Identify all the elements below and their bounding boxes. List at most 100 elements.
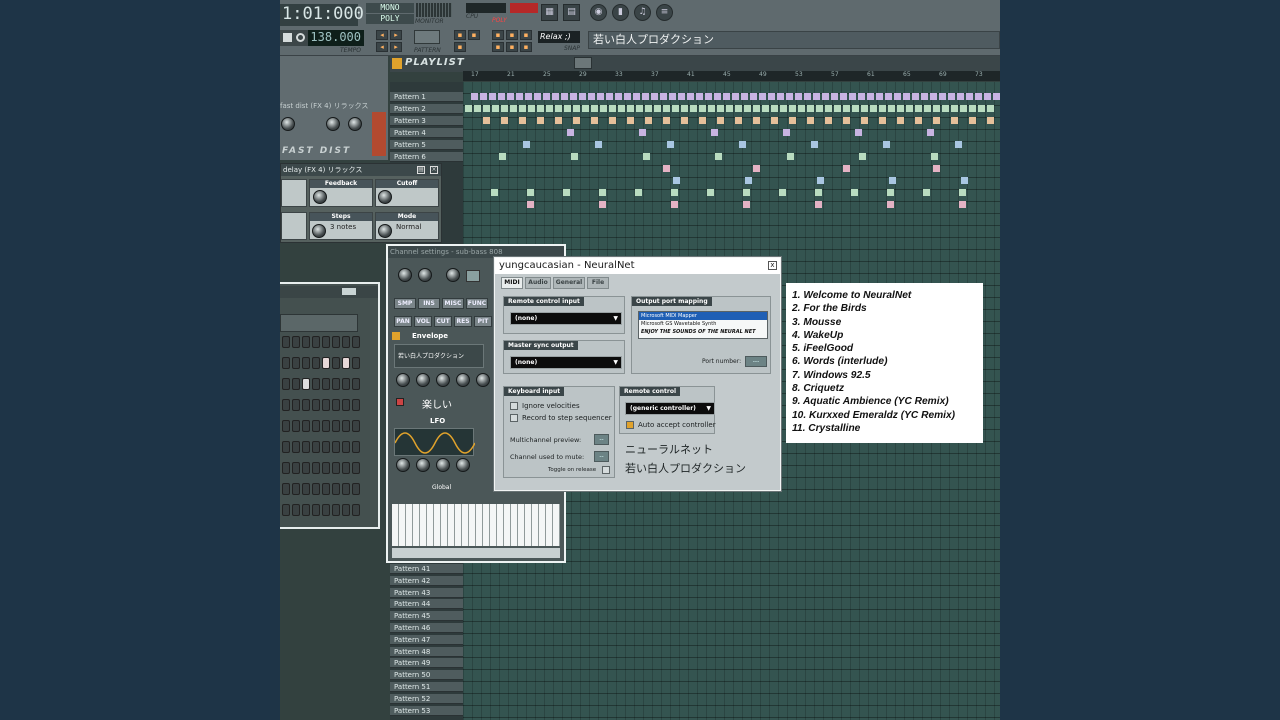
pattern-clip[interactable] xyxy=(667,141,674,148)
step-button[interactable] xyxy=(292,420,300,432)
pattern-clip[interactable] xyxy=(527,189,534,196)
step-button[interactable] xyxy=(282,483,290,495)
channel-tab[interactable]: MISC xyxy=(442,298,464,309)
pattern-clip[interactable] xyxy=(815,201,822,208)
channel-tab-2[interactable]: RES xyxy=(454,316,472,327)
pattern-clip[interactable] xyxy=(768,93,775,100)
poly-button[interactable]: POLY xyxy=(366,14,414,24)
delay-param-1[interactable] xyxy=(281,179,307,207)
output-port-item[interactable]: Microsoft MIDI Mapper xyxy=(639,312,767,320)
toggle-release-checkbox[interactable] xyxy=(602,466,610,474)
playlist-view-icon[interactable]: ◉ xyxy=(590,4,607,21)
step-button[interactable] xyxy=(332,378,340,390)
pattern-clip[interactable] xyxy=(635,189,642,196)
lfo-knob-3[interactable] xyxy=(436,458,450,472)
pattern-clip[interactable] xyxy=(739,141,746,148)
step-button[interactable] xyxy=(312,441,320,453)
pattern-name[interactable]: Pattern 50 xyxy=(390,670,463,681)
channel-tab[interactable]: INS xyxy=(418,298,440,309)
pattern-clip[interactable] xyxy=(879,117,886,124)
step-button[interactable] xyxy=(302,441,310,453)
step-button[interactable] xyxy=(332,504,340,516)
envelope-toggle-icon[interactable] xyxy=(392,332,400,340)
step-button[interactable] xyxy=(292,378,300,390)
pattern-clip[interactable] xyxy=(783,129,790,136)
pattern-clip[interactable] xyxy=(789,117,796,124)
pattern-clip[interactable] xyxy=(654,105,661,112)
pattern-clip[interactable] xyxy=(510,105,517,112)
output-port-item[interactable]: Microsoft GS Wavetable Synth xyxy=(639,320,767,328)
pattern-clip[interactable] xyxy=(588,93,595,100)
pattern-clip[interactable] xyxy=(669,93,676,100)
pattern-clip[interactable] xyxy=(636,105,643,112)
vol-knob[interactable] xyxy=(418,268,432,282)
pattern-clip[interactable] xyxy=(705,93,712,100)
pattern-clip[interactable] xyxy=(966,93,973,100)
port-number-field[interactable]: --- xyxy=(745,356,767,367)
pattern-clip[interactable] xyxy=(961,177,968,184)
pattern-clip[interactable] xyxy=(571,153,578,160)
pattern-clip[interactable] xyxy=(762,105,769,112)
step-button[interactable] xyxy=(332,483,340,495)
remote-control-select[interactable]: (generic controller) ▼ xyxy=(625,402,715,415)
pattern-name[interactable]: Pattern 41 xyxy=(390,564,463,574)
tb-btn-13[interactable]: ▪ xyxy=(520,42,532,52)
pattern-name[interactable]: Pattern 53 xyxy=(390,705,463,716)
playlist-scroll-handle[interactable] xyxy=(574,57,592,69)
step-button[interactable] xyxy=(332,399,340,411)
pattern-clip[interactable] xyxy=(852,105,859,112)
mixer-icon[interactable]: ≡ xyxy=(656,4,673,21)
pattern-clip[interactable] xyxy=(753,117,760,124)
pattern-clip[interactable] xyxy=(883,141,890,148)
pattern-clip[interactable] xyxy=(861,117,868,124)
pattern-clip[interactable] xyxy=(789,105,796,112)
pattern-clip[interactable] xyxy=(483,105,490,112)
pattern-clip[interactable] xyxy=(771,105,778,112)
step-button[interactable] xyxy=(312,378,320,390)
playlist-menu-icon[interactable] xyxy=(392,58,402,69)
mode-knob[interactable] xyxy=(378,224,392,238)
step-button[interactable] xyxy=(332,462,340,474)
pattern-name[interactable]: Pattern 3 xyxy=(390,116,463,126)
pattern-name[interactable]: Pattern 42 xyxy=(390,575,463,586)
pattern-clip[interactable] xyxy=(744,105,751,112)
pattern-clip[interactable] xyxy=(573,117,580,124)
step-button[interactable] xyxy=(352,357,360,369)
pattern-clip[interactable] xyxy=(745,177,752,184)
channel-target[interactable] xyxy=(466,270,480,282)
pattern-clip[interactable] xyxy=(708,105,715,112)
stop-icon[interactable] xyxy=(283,33,292,42)
pattern-name[interactable]: Pattern 1 xyxy=(390,92,463,102)
pattern-clip[interactable] xyxy=(570,93,577,100)
dialog-title[interactable]: yungcaucasian - NeuralNet xyxy=(495,258,780,274)
pattern-clip[interactable] xyxy=(897,105,904,112)
pattern-clip[interactable] xyxy=(579,93,586,100)
step-button[interactable] xyxy=(312,420,320,432)
pattern-clip[interactable] xyxy=(618,105,625,112)
channel-tab[interactable]: SMP xyxy=(394,298,416,309)
pattern-clip[interactable] xyxy=(834,105,841,112)
pattern-clip[interactable] xyxy=(465,105,472,112)
env-knob-3[interactable] xyxy=(436,373,450,387)
pattern-name[interactable]: Pattern 47 xyxy=(390,634,463,645)
pattern-clip[interactable] xyxy=(771,117,778,124)
pattern-clip[interactable] xyxy=(735,105,742,112)
step-button[interactable] xyxy=(322,462,330,474)
output-port-list[interactable]: Microsoft MIDI Mapper Microsoft GS Wavet… xyxy=(638,311,768,339)
pattern-clip[interactable] xyxy=(798,105,805,112)
pattern-clip[interactable] xyxy=(690,105,697,112)
pattern-clip[interactable] xyxy=(889,177,896,184)
pattern-clip[interactable] xyxy=(492,105,499,112)
pattern-clip[interactable] xyxy=(717,117,724,124)
pattern-clip[interactable] xyxy=(807,105,814,112)
tb-btn-5[interactable]: ▪ xyxy=(454,30,466,40)
pattern-clip[interactable] xyxy=(816,105,823,112)
pattern-clip[interactable] xyxy=(858,93,865,100)
pattern-clip[interactable] xyxy=(523,141,530,148)
channel-tab-2[interactable]: PAN xyxy=(394,316,412,327)
tb-btn-1[interactable]: ◂ xyxy=(376,30,388,40)
step-button[interactable] xyxy=(302,357,310,369)
playlist-ruler[interactable]: 17 21 25 29 33 37 41 45 49 53 57 61 65 69 73 xyxy=(463,71,1000,81)
pattern-clip[interactable] xyxy=(969,105,976,112)
tb-btn-9[interactable]: ▪ xyxy=(520,30,532,40)
